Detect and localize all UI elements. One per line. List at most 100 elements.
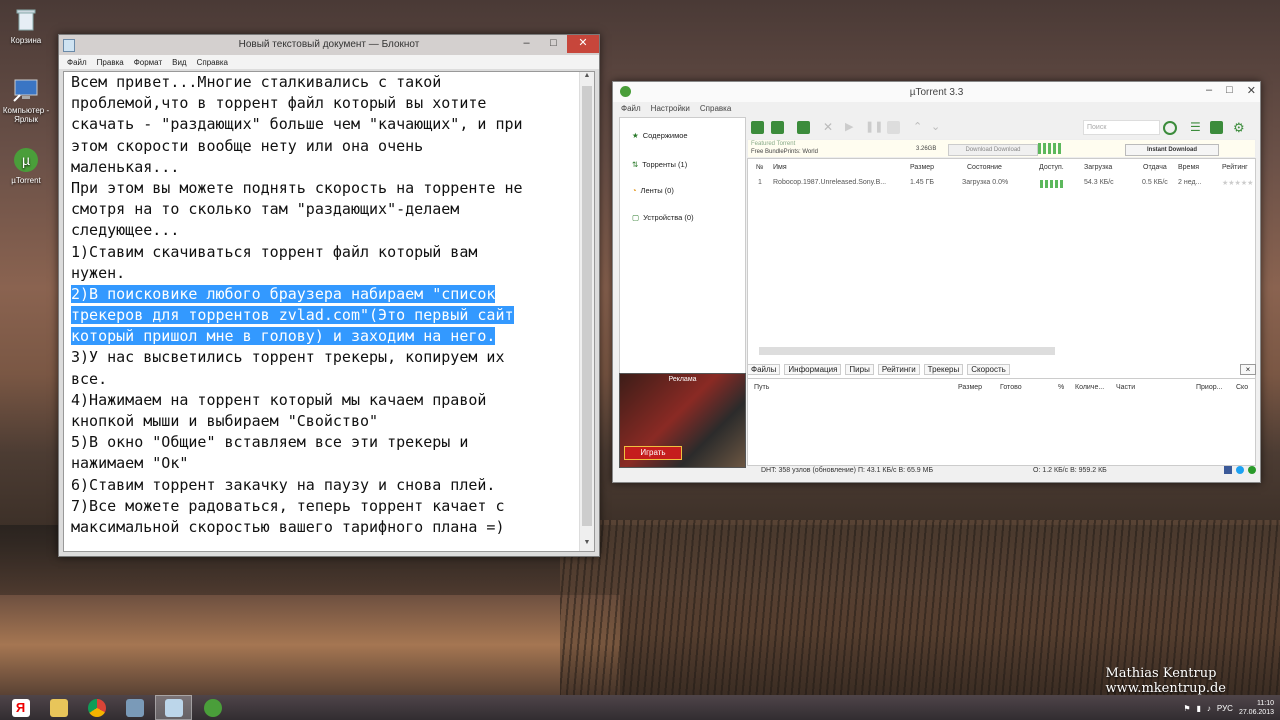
pause-icon[interactable]: ❚❚ <box>865 121 883 134</box>
remote-icon[interactable] <box>1163 121 1177 135</box>
taskbar-file-explorer[interactable] <box>41 696 76 719</box>
start-icon[interactable]: ▶ <box>845 121 858 134</box>
sidebar-item-feeds[interactable]: ◔ Ленты (0) <box>632 186 674 195</box>
network-icon[interactable]: ▮ <box>1197 704 1201 713</box>
sidebar-item-torrents[interactable]: ⇅ Торренты (1) <box>632 160 687 169</box>
text-line[interactable]: маленькая... <box>71 157 576 178</box>
text-line[interactable]: смотря на то сколько там "раздающих"-дел… <box>71 199 576 220</box>
text-line[interactable]: кнопкой мыши и выбираем "Свойство" <box>71 411 576 432</box>
text-line[interactable]: 6)Ставим торрент закачку на паузу и снов… <box>71 475 576 496</box>
text-line[interactable]: Всем привет...Многие сталкивались с тако… <box>71 72 576 93</box>
create-torrent-icon[interactable] <box>797 121 810 134</box>
sidebar-item-content[interactable]: ★ Содержимое <box>632 131 688 140</box>
tab-peers[interactable]: Пиры <box>845 363 874 375</box>
text-line[interactable]: скачать - "раздающих" больше чем "качающ… <box>71 114 576 135</box>
tab-speed[interactable]: Скорость <box>967 363 1010 375</box>
column-header[interactable]: % <box>1058 384 1064 391</box>
close-panel-icon[interactable]: × <box>1240 363 1256 375</box>
column-header[interactable]: Количе... <box>1075 384 1104 391</box>
menu-view[interactable]: Вид <box>172 58 186 67</box>
minimize-button[interactable]: – <box>513 35 540 53</box>
column-header[interactable]: Рейтинг <box>1222 164 1248 171</box>
text-line[interactable]: 7)Все можете радоваться, теперь торрент … <box>71 496 576 517</box>
minimize-button[interactable]: – <box>1206 84 1212 97</box>
phone-icon[interactable] <box>1210 121 1223 134</box>
horizontal-scrollbar[interactable] <box>759 347 1055 355</box>
column-header[interactable]: Загрузка <box>1084 164 1112 171</box>
notepad-text-area[interactable]: Всем привет...Многие сталкивались с тако… <box>63 71 595 552</box>
tab-ratings[interactable]: Рейтинги <box>877 363 920 375</box>
column-header[interactable]: Путь <box>754 384 769 391</box>
gear-icon[interactable]: ⚙ <box>1233 121 1246 134</box>
close-button[interactable]: ✕ <box>567 35 599 53</box>
text-line[interactable]: 5)В окно "Общие" вставляем все эти треке… <box>71 432 576 453</box>
notepad-window[interactable]: Новый текстовый документ — Блокнот – □ ✕… <box>58 34 600 557</box>
instant-download-button[interactable]: Instant Download <box>1125 144 1219 156</box>
scroll-down-arrow[interactable]: ▼ <box>580 539 594 551</box>
selected-text-line[interactable]: трекеров для торрентов zvlad.com"(Это пе… <box>71 305 576 326</box>
tab-info[interactable]: Информация <box>784 363 842 375</box>
column-header[interactable]: Состояние <box>967 164 1002 171</box>
stop-icon[interactable] <box>887 121 900 134</box>
search-input[interactable]: Поиск <box>1083 120 1160 135</box>
add-torrent-icon[interactable] <box>751 121 764 134</box>
add-url-icon[interactable] <box>771 121 784 134</box>
tab-files[interactable]: Файлы <box>747 363 781 375</box>
text-line[interactable]: максимальной скоростью вашего тарифного … <box>71 517 576 538</box>
selected-text-line[interactable]: 2)В поисковике любого браузера набираем … <box>71 284 576 305</box>
torrent-rating[interactable]: ★★★★★ <box>1222 179 1253 187</box>
menu-settings[interactable]: Настройки <box>651 104 690 113</box>
utorrent-window[interactable]: µTorrent 3.3 – □ ✕ Файл Настройки Справк… <box>612 81 1261 483</box>
selected-text-line[interactable]: который пришол мне в голову) и заходим н… <box>71 326 576 347</box>
desktop-icon-utorrent[interactable]: µ µTorrent <box>0 146 52 185</box>
ad-banner[interactable]: Реклама Играть <box>619 373 746 468</box>
column-header[interactable]: Доступ. <box>1039 164 1064 171</box>
column-header[interactable]: Имя <box>773 164 787 171</box>
sidebar-item-devices[interactable]: ▢ Устройства (0) <box>632 213 694 222</box>
text-line[interactable]: все. <box>71 369 576 390</box>
vertical-scrollbar[interactable]: ▲ ▼ <box>579 72 594 551</box>
column-header[interactable]: Готово <box>1000 384 1022 391</box>
files-panel[interactable]: Путь Размер Готово % Количе... Части При… <box>747 378 1256 466</box>
volume-icon[interactable]: ♪ <box>1207 704 1211 713</box>
tab-trackers[interactable]: Трекеры <box>923 363 964 375</box>
flag-icon[interactable]: ⚑ <box>1183 704 1190 713</box>
taskbar-utorrent[interactable] <box>195 696 230 719</box>
clock[interactable]: 11:10 27.06.2013 <box>1239 699 1274 717</box>
featured-download-button[interactable]: Download Download <box>948 144 1038 156</box>
text-line[interactable]: 4)Нажимаем на торрент который мы качаем … <box>71 390 576 411</box>
move-up-icon[interactable]: ⌃ <box>913 121 926 134</box>
taskbar-yandex-browser[interactable]: Я <box>3 696 38 719</box>
menu-format[interactable]: Формат <box>134 58 162 67</box>
text-line[interactable]: 1)Ставим скачиваться торрент файл которы… <box>71 242 576 263</box>
menu-file[interactable]: Файл <box>67 58 87 67</box>
column-header[interactable]: Размер <box>910 164 934 171</box>
desktop-icon-recycle-bin[interactable]: Корзина <box>0 6 52 45</box>
torrent-name[interactable]: Robocop.1987.Unreleased.Sony.B... <box>773 179 886 186</box>
text-line[interactable]: этом скорости вообще нету или она очень <box>71 136 576 157</box>
taskbar-notepad[interactable] <box>155 695 192 720</box>
text-line[interactable]: проблемой,что в торрент файл который вы … <box>71 93 576 114</box>
remove-icon[interactable]: ✕ <box>823 121 836 134</box>
maximize-button[interactable]: □ <box>1226 84 1233 97</box>
text-line[interactable]: нажимаем "Ок" <box>71 453 576 474</box>
maximize-button[interactable]: □ <box>540 35 567 53</box>
taskbar-app[interactable] <box>117 696 152 719</box>
taskbar-chrome[interactable] <box>79 696 114 719</box>
utorrent-titlebar[interactable]: µTorrent 3.3 – □ ✕ <box>613 82 1260 102</box>
scrollbar-thumb[interactable] <box>582 86 592 526</box>
column-header[interactable]: Размер <box>958 384 982 391</box>
scroll-up-arrow[interactable]: ▲ <box>580 72 594 84</box>
move-down-icon[interactable]: ⌄ <box>931 121 944 134</box>
text-line[interactable]: следующее... <box>71 220 576 241</box>
column-header[interactable]: Приор... <box>1196 384 1222 391</box>
notepad-titlebar[interactable]: Новый текстовый документ — Блокнот – □ ✕ <box>59 35 599 55</box>
menu-help[interactable]: Справка <box>700 104 731 113</box>
desktop-icon-computer[interactable]: Компьютер - Ярлык <box>0 76 52 124</box>
facebook-icon[interactable] <box>1224 466 1232 474</box>
menu-file[interactable]: Файл <box>621 104 641 113</box>
close-button[interactable]: ✕ <box>1247 84 1256 97</box>
text-line[interactable]: При этом вы можете поднять скорость на т… <box>71 178 576 199</box>
language-indicator[interactable]: РУС <box>1217 704 1233 713</box>
menu-edit[interactable]: Правка <box>97 58 124 67</box>
